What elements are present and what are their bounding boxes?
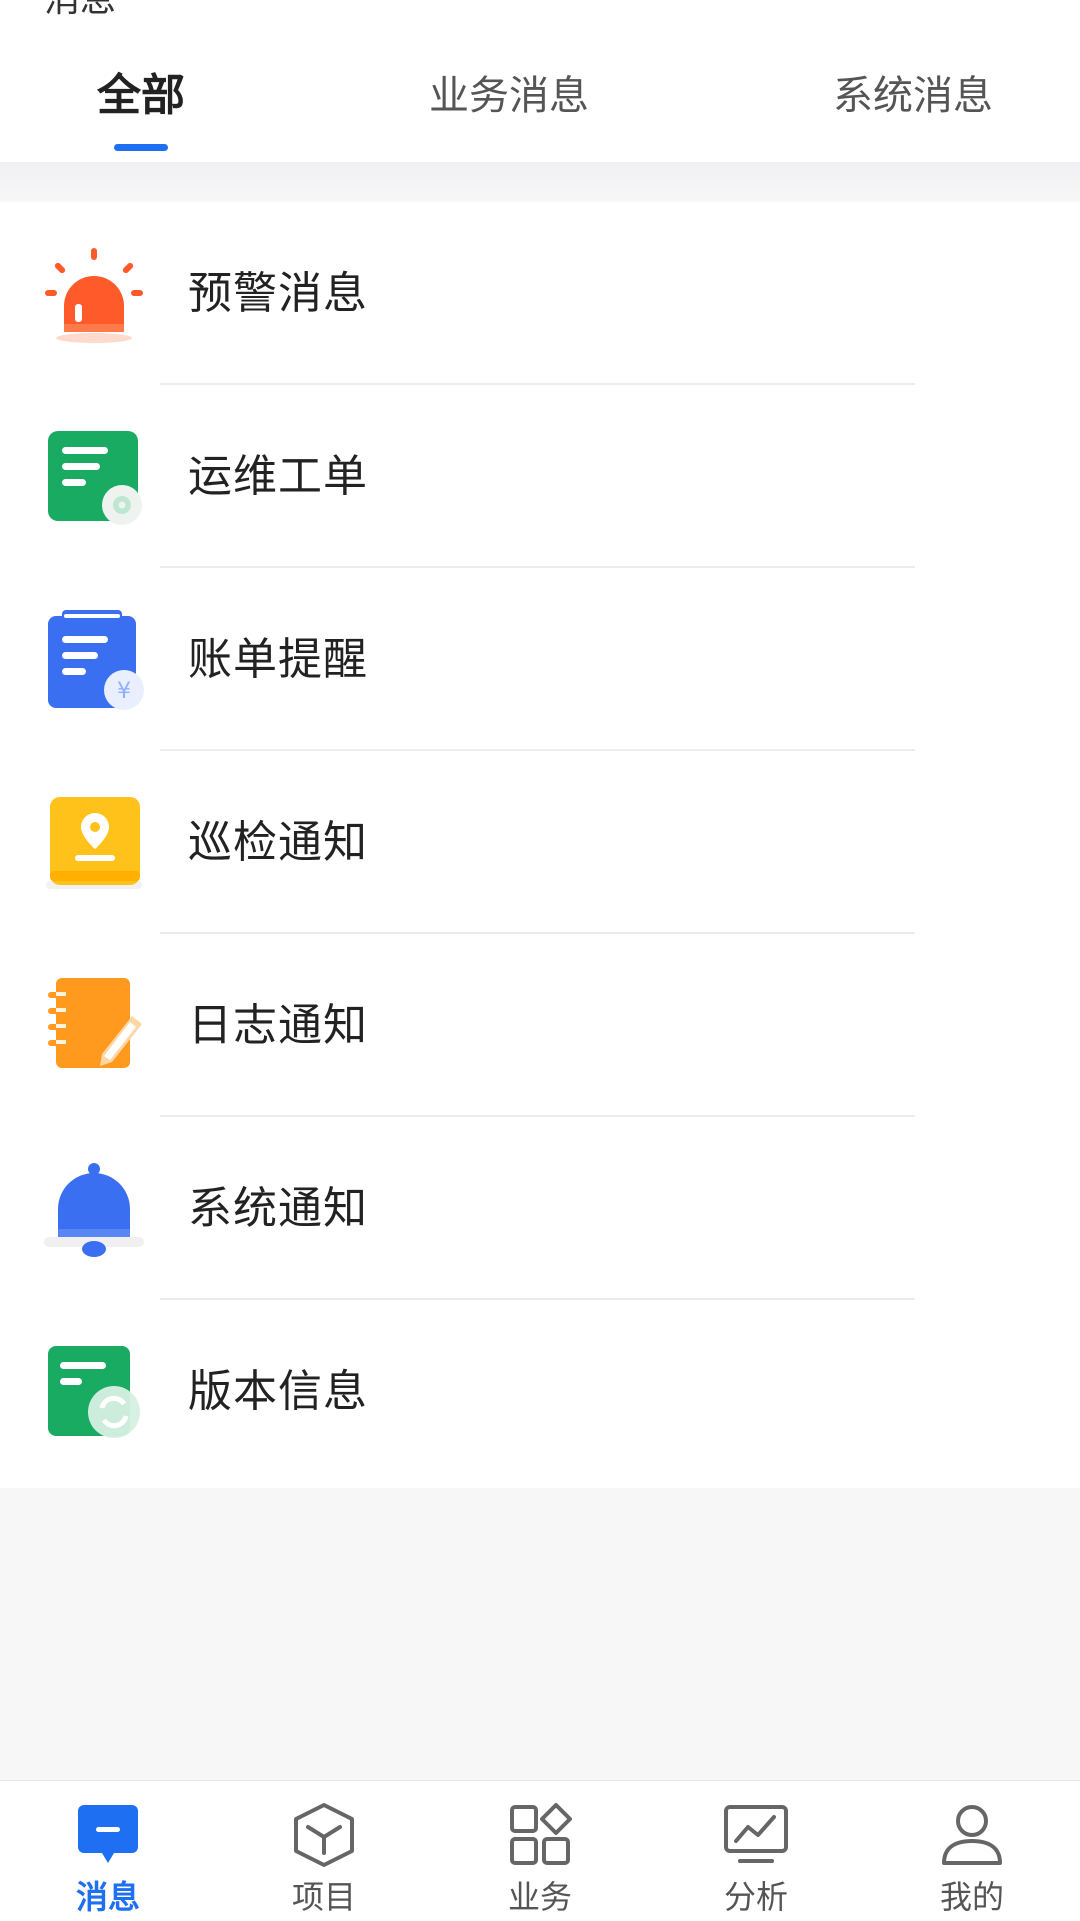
chart-monitor-icon bbox=[722, 1801, 790, 1869]
tabbar-item-mine[interactable]: 我的 bbox=[864, 1781, 1080, 1921]
active-tab-indicator bbox=[114, 144, 168, 151]
list-item-log-notices[interactable]: 日志通知 bbox=[0, 934, 1080, 1117]
list-item-label: 系统通知 bbox=[188, 1183, 368, 1234]
tabbar-label: 分析 bbox=[723, 1878, 788, 1916]
user-icon bbox=[938, 1801, 1006, 1869]
list-item-alert-messages[interactable]: 预警消息 bbox=[0, 202, 1080, 385]
page-title: 消息 bbox=[44, 0, 116, 22]
bottom-tab-bar: 消息 项目 业务 分析 我的 bbox=[0, 1780, 1080, 1921]
tab-business-messages[interactable]: 业务消息 bbox=[424, 66, 594, 126]
message-category-list: 预警消息 运维工单 ¥ 账单提醒 巡检通知 日志通知 系统通知 版本信息 bbox=[0, 202, 1080, 1488]
list-item-inspection-notices[interactable]: 巡检通知 bbox=[0, 751, 1080, 934]
tabbar-label: 我的 bbox=[939, 1878, 1004, 1916]
list-item-label: 版本信息 bbox=[188, 1366, 368, 1417]
list-item-label: 日志通知 bbox=[188, 1000, 368, 1051]
tab-all[interactable]: 全部 bbox=[80, 66, 202, 126]
list-item-version-info[interactable]: 版本信息 bbox=[0, 1300, 1080, 1483]
work-order-gear-icon bbox=[42, 425, 146, 529]
tabbar-item-projects[interactable]: 项目 bbox=[216, 1781, 432, 1921]
log-notebook-pen-icon bbox=[42, 974, 146, 1078]
cube-icon bbox=[290, 1801, 358, 1869]
list-item-label: 巡检通知 bbox=[188, 817, 368, 868]
bill-yen-icon: ¥ bbox=[42, 608, 146, 712]
tabbar-item-business[interactable]: 业务 bbox=[432, 1781, 648, 1921]
tabbar-label: 项目 bbox=[291, 1878, 356, 1916]
tabbar-label: 消息 bbox=[75, 1878, 140, 1916]
list-item-ops-work-orders[interactable]: 运维工单 bbox=[0, 385, 1080, 568]
list-item-label: 账单提醒 bbox=[188, 634, 368, 685]
list-item-label: 运维工单 bbox=[188, 451, 368, 502]
bell-icon bbox=[42, 1157, 146, 1261]
version-refresh-icon bbox=[42, 1340, 146, 1444]
apps-grid-icon bbox=[506, 1801, 574, 1869]
header-divider bbox=[0, 162, 1080, 202]
list-item-system-notices[interactable]: 系统通知 bbox=[0, 1117, 1080, 1300]
svg-text:¥: ¥ bbox=[117, 679, 131, 704]
tabbar-item-messages[interactable]: 消息 bbox=[0, 1781, 216, 1921]
tabbar-item-analysis[interactable]: 分析 bbox=[648, 1781, 864, 1921]
list-item-bill-reminders[interactable]: ¥ 账单提醒 bbox=[0, 568, 1080, 751]
message-icon bbox=[74, 1801, 142, 1869]
alarm-light-icon bbox=[42, 242, 146, 346]
tab-system-messages[interactable]: 系统消息 bbox=[828, 66, 998, 126]
list-item-label: 预警消息 bbox=[188, 268, 368, 319]
header: 消息 全部 业务消息 系统消息 bbox=[0, 0, 1080, 162]
tabbar-label: 业务 bbox=[507, 1878, 572, 1916]
inspection-location-icon bbox=[42, 791, 146, 895]
